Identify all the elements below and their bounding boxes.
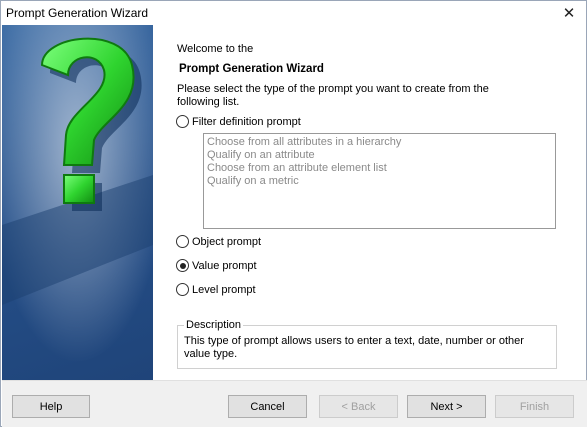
back-button[interactable]: < Back (319, 395, 398, 418)
list-item[interactable]: Choose from an attribute element list (207, 162, 552, 175)
level-prompt-label: Level prompt (192, 283, 256, 296)
object-prompt-label: Object prompt (192, 235, 262, 248)
welcome-text: Welcome to the (177, 43, 254, 55)
question-mark-icon (2, 25, 153, 380)
window-title: Prompt Generation Wizard (6, 6, 149, 20)
wizard-window: Prompt Generation Wizard ✕ Welcome to th… (0, 0, 587, 427)
description-text: This type of prompt allows users to ente… (184, 335, 524, 360)
wizard-side-image (2, 25, 153, 380)
wizard-heading: Prompt Generation Wizard (179, 63, 324, 75)
list-item[interactable]: Qualify on a metric (207, 175, 552, 188)
level-prompt-radio[interactable] (176, 283, 189, 296)
description-legend: Description (184, 319, 244, 331)
close-icon[interactable]: ✕ (552, 1, 586, 25)
filter-definition-label: Filter definition prompt (192, 115, 301, 128)
finish-button[interactable]: Finish (495, 395, 574, 418)
instructions-text: Please select the type of the prompt you… (177, 83, 489, 108)
description-group: Description This type of prompt allows u… (177, 319, 557, 369)
cancel-button[interactable]: Cancel (228, 395, 307, 418)
wizard-content: Welcome to the Prompt Generation Wizard … (153, 25, 586, 380)
filter-definition-option[interactable]: Filter definition prompt (176, 115, 301, 128)
next-button[interactable]: Next > (407, 395, 486, 418)
title-bar: Prompt Generation Wizard ✕ (1, 1, 586, 25)
list-item[interactable]: Qualify on an attribute (207, 149, 552, 162)
filter-prompt-list[interactable]: Choose from all attributes in a hierarch… (203, 133, 556, 229)
filter-definition-radio[interactable] (176, 115, 189, 128)
value-prompt-radio[interactable] (176, 259, 189, 272)
help-button[interactable]: Help (12, 395, 90, 418)
list-item[interactable]: Choose from all attributes in a hierarch… (207, 136, 552, 149)
value-prompt-label: Value prompt (192, 259, 257, 272)
button-bar: Help Cancel < Back Next > Finish (2, 380, 587, 427)
object-prompt-radio[interactable] (176, 235, 189, 248)
level-prompt-option[interactable]: Level prompt (176, 283, 256, 296)
object-prompt-option[interactable]: Object prompt (176, 235, 261, 248)
value-prompt-option[interactable]: Value prompt (176, 259, 257, 272)
